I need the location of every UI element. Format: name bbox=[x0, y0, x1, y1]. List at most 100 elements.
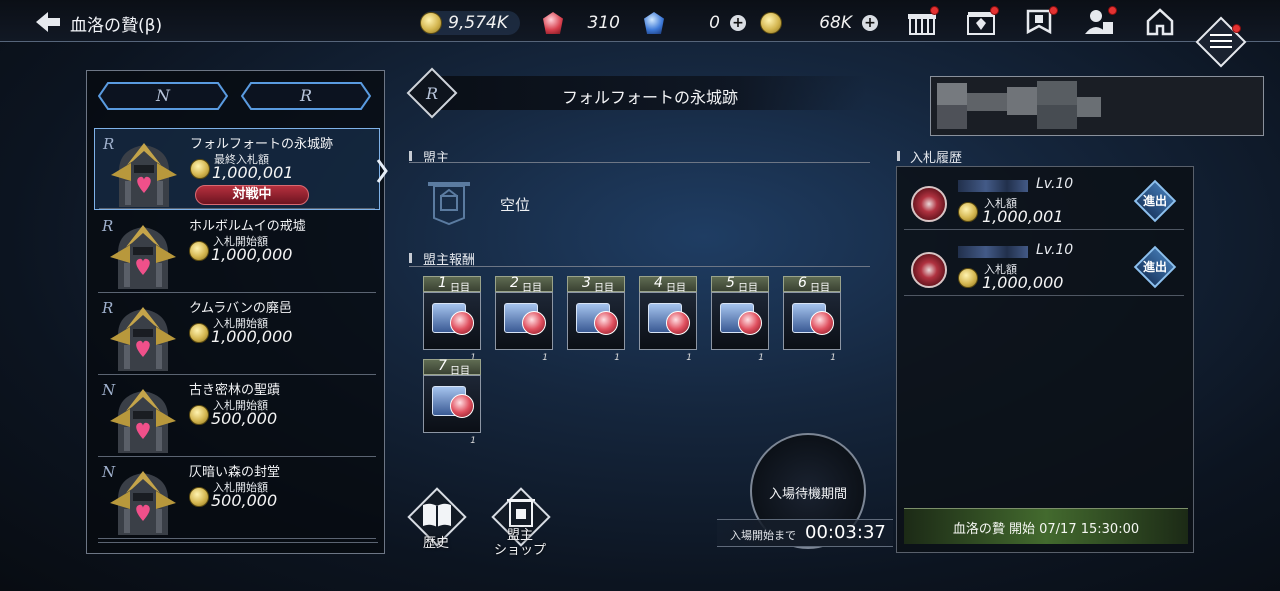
event-start-text: 血洛の贄 開始 07/17 15:30:00 bbox=[952, 522, 1140, 537]
bid-coin-icon bbox=[958, 268, 978, 288]
bid-value: 1,000,000 bbox=[211, 245, 293, 264]
blue-gem-count: 0 bbox=[709, 13, 720, 33]
reward-day-card[interactable]: 1 日目 1 bbox=[423, 275, 481, 363]
reward-day-number: 1 bbox=[438, 275, 447, 291]
divider bbox=[904, 295, 1184, 296]
notification-dot bbox=[930, 6, 939, 15]
guild-emblem-icon bbox=[911, 252, 947, 288]
reward-day-card[interactable]: 5 日目 1 bbox=[711, 275, 769, 363]
fortress-guardian-icon bbox=[110, 225, 176, 289]
fortress-item[interactable]: R クムラバンの廃邑 入札開始額 1,000,000 bbox=[94, 293, 380, 375]
bid-value: 500,000 bbox=[211, 491, 278, 510]
red-gem-icon bbox=[738, 311, 762, 335]
bid-coin-icon bbox=[958, 202, 978, 222]
notification-dot bbox=[1049, 6, 1058, 15]
bid-value: 1,000,000 bbox=[982, 273, 1064, 292]
red-gem-icon bbox=[810, 311, 834, 335]
bid-history-title: 入札履歴 bbox=[910, 151, 963, 166]
reward-day-header: 4 日目 bbox=[639, 275, 697, 294]
reward-quantity: 1 bbox=[614, 353, 620, 363]
reward-day-number: 6 bbox=[798, 275, 807, 291]
bid-coin-icon bbox=[189, 241, 209, 261]
reward-quantity: 1 bbox=[830, 353, 836, 363]
reward-day-card[interactable]: 6 日目 1 bbox=[783, 275, 841, 363]
fortress-guardian-icon bbox=[110, 307, 176, 371]
reward-item: 1 bbox=[567, 292, 625, 363]
fortress-name: クムラバンの廃邑 bbox=[189, 301, 292, 316]
reward-day-header: 6 日目 bbox=[783, 275, 841, 294]
entry-wait-label: 入場待機期間 bbox=[768, 487, 847, 502]
history-button[interactable]: 歴史 bbox=[406, 487, 467, 558]
reward-day-card[interactable]: 3 日目 1 bbox=[567, 275, 625, 363]
reward-day-number: 2 bbox=[510, 275, 519, 291]
notification-dot bbox=[1232, 24, 1241, 33]
advance-label: 進出 bbox=[1142, 194, 1167, 208]
reward-day-header: 2 日目 bbox=[495, 275, 553, 294]
guild-level: Lv.10 bbox=[1036, 242, 1074, 258]
add-blue-gem-button[interactable]: + bbox=[730, 15, 746, 31]
reward-day-header: 7 日目 bbox=[423, 358, 481, 377]
red-gem-count: 310 bbox=[587, 13, 620, 33]
reward-quantity: 1 bbox=[758, 353, 764, 363]
reward-item: 1 bbox=[711, 292, 769, 363]
divider bbox=[409, 266, 870, 267]
entry-timer-value: 00:03:37 bbox=[805, 522, 886, 543]
fortress-name: ホルボルムイの戒墟 bbox=[189, 219, 306, 234]
reward-quantity: 1 bbox=[470, 436, 476, 446]
reward-day-number: 4 bbox=[654, 275, 663, 291]
guild-emblem-icon bbox=[911, 186, 947, 222]
home-icon[interactable] bbox=[1145, 8, 1175, 36]
gold-coin-count: 68K bbox=[819, 13, 852, 33]
tab-rank-n[interactable]: N bbox=[98, 82, 228, 110]
red-gem-icon bbox=[450, 311, 474, 335]
fortress-item[interactable]: N 仄暗い森の封堂 入札開始額 500,000 bbox=[94, 457, 380, 539]
bid-coin-icon bbox=[190, 159, 210, 179]
rank-badge-label: R bbox=[426, 84, 439, 103]
page-title: 血洛の贄(β) bbox=[70, 16, 163, 36]
reward-day-card[interactable]: 7 日目 1 bbox=[423, 358, 481, 446]
bid-value: 1,000,001 bbox=[982, 207, 1064, 226]
reward-day-header: 1 日目 bbox=[423, 275, 481, 294]
fortress-item[interactable]: N 古き密林の聖蹟 入札開始額 500,000 bbox=[94, 375, 380, 457]
reward-day-number: 3 bbox=[582, 275, 591, 291]
fortress-rank: R bbox=[103, 135, 115, 153]
reward-item: 1 bbox=[495, 292, 553, 363]
divider bbox=[409, 162, 870, 163]
bid-history-row: Lv.10 入札額 1,000,001 進出 bbox=[904, 168, 1184, 230]
guild-level: Lv.10 bbox=[1036, 176, 1074, 192]
bid-coin-icon bbox=[189, 405, 209, 425]
advance-label: 進出 bbox=[1142, 260, 1167, 274]
section-marker bbox=[897, 151, 900, 161]
lord-section-title: 盟主 bbox=[423, 151, 450, 166]
tab-rank-r[interactable]: R bbox=[241, 82, 371, 110]
book-icon bbox=[423, 503, 451, 527]
fortress-rank: N bbox=[102, 381, 116, 399]
reward-day-card[interactable]: 4 日目 1 bbox=[639, 275, 697, 363]
fortress-rank: N bbox=[102, 463, 116, 481]
red-gem-icon bbox=[522, 311, 546, 335]
back-arrow-icon[interactable] bbox=[34, 10, 62, 34]
red-gem-icon bbox=[594, 311, 618, 335]
status-badge: 対戦中 bbox=[195, 185, 309, 205]
shop-banner-icon bbox=[507, 499, 535, 527]
reward-day-header: 5 日目 bbox=[711, 275, 769, 294]
menu-icon bbox=[1210, 34, 1232, 52]
reward-day-number: 7 bbox=[438, 358, 447, 374]
divider bbox=[904, 229, 1184, 230]
reward-quantity: 1 bbox=[542, 353, 548, 363]
notification-dot bbox=[990, 6, 999, 15]
reward-item: 1 bbox=[639, 292, 697, 363]
fortress-item[interactable]: R フォルフォートの永城跡 最終入札額 1,000,001 対戦中 bbox=[94, 128, 380, 210]
add-gold-coin-button[interactable]: + bbox=[862, 15, 878, 31]
entry-timer-label: 入場開始まで bbox=[730, 529, 796, 542]
fortress-item[interactable]: R ホルボルムイの戒墟 入札開始額 1,000,000 bbox=[94, 211, 380, 293]
reward-day-card[interactable]: 2 日目 1 bbox=[495, 275, 553, 363]
divider bbox=[99, 208, 375, 209]
bid-coin-icon bbox=[189, 323, 209, 343]
reward-quantity: 1 bbox=[686, 353, 692, 363]
reward-day-header: 3 日目 bbox=[567, 275, 625, 294]
lord-shop-button[interactable]: 盟主 ショップ bbox=[490, 487, 551, 558]
bid-history-row: Lv.10 入札額 1,000,000 進出 bbox=[904, 234, 1184, 296]
guild-name-redacted bbox=[958, 246, 1028, 258]
fortress-name: 仄暗い森の封堂 bbox=[189, 465, 281, 480]
